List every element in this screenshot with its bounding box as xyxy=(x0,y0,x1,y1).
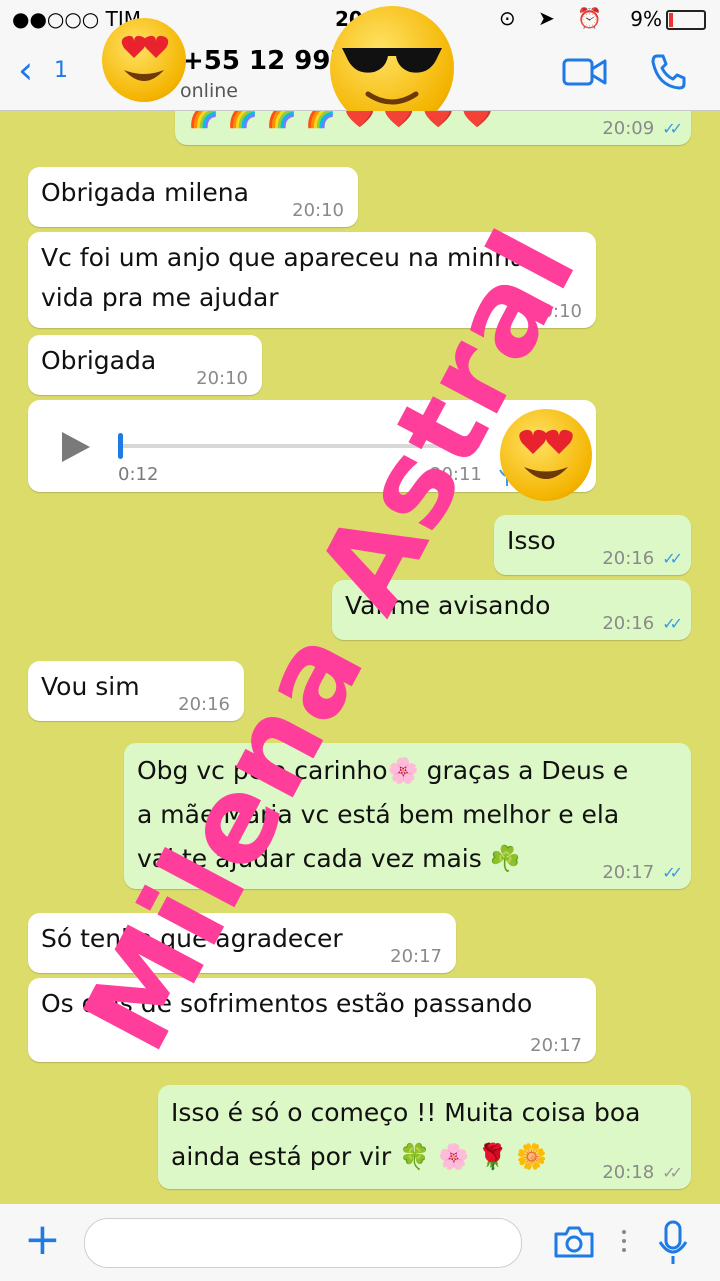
message-bubble-outgoing[interactable]: Isso é só o começo !! Muita coisa boa ain… xyxy=(158,1085,691,1189)
more-dots-icon[interactable] xyxy=(622,1230,626,1254)
status-icons: ⊙ ➤ ⏰ xyxy=(498,6,610,30)
message-time: 20:11 xyxy=(430,464,482,485)
heart-eyes-emoji-icon xyxy=(500,409,592,501)
message-bubble-incoming[interactable]: Obrigada milena 20:10 xyxy=(28,167,358,227)
message-time: 20:16 xyxy=(178,694,230,715)
message-time: 20:17 ✓✓ xyxy=(602,862,683,883)
message-text: Vou sim xyxy=(41,672,140,701)
message-bubble-incoming[interactable]: Vou sim 20:16 xyxy=(28,661,244,721)
read-receipt-icon: ✓✓ xyxy=(662,863,683,882)
camera-icon[interactable] xyxy=(552,1224,596,1260)
message-list[interactable]: 🌈 🌈 🌈 🌈 ❤️ ❤️ ❤️ ❤️ 20:09 ✓✓ Obrigada mil… xyxy=(0,111,720,1203)
phone-call-icon[interactable] xyxy=(648,52,688,92)
message-bubble-outgoing[interactable]: Isso 20:16 ✓✓ xyxy=(494,515,691,575)
read-receipt-icon: ✓✓ xyxy=(662,119,683,138)
presence-status: online xyxy=(180,80,238,102)
message-time: 20:18 ✓✓ xyxy=(602,1162,683,1183)
audio-scrubber-handle[interactable] xyxy=(118,433,123,459)
message-text: Vc foi um anjo que apareceu na minha vida… xyxy=(41,243,526,312)
message-bubble-incoming[interactable]: Os dias de sofrimentos estão passando 20… xyxy=(28,978,596,1062)
video-call-icon[interactable] xyxy=(562,56,608,88)
message-bubble-incoming[interactable]: Vc foi um anjo que apareceu na minha vida… xyxy=(28,232,596,328)
audio-duration: 0:12 xyxy=(118,464,159,485)
message-text: Obg vc pelo carinho🌸 graças a Deus ea mã… xyxy=(137,756,629,873)
message-text: Obrigada xyxy=(41,346,157,375)
read-receipt-icon: ✓✓ xyxy=(662,549,683,568)
message-input[interactable] xyxy=(84,1218,522,1268)
message-bubble-outgoing[interactable]: Vai me avisando 20:16 ✓✓ xyxy=(332,580,691,640)
battery-percent: 9% xyxy=(630,7,662,31)
message-time: 20:10 xyxy=(530,301,582,322)
chevron-left-icon[interactable]: ‹ xyxy=(18,50,33,90)
message-text: Isso é só o começo !! Muita coisa boa ain… xyxy=(171,1098,641,1171)
audio-progress-track[interactable] xyxy=(120,444,480,448)
back-count[interactable]: 1 xyxy=(54,58,68,83)
battery-icon xyxy=(666,10,706,30)
message-time: 20:10 xyxy=(196,368,248,389)
read-receipt-icon: ✓✓ xyxy=(662,614,683,633)
message-text: Só tenho que agradecer xyxy=(41,924,343,953)
message-text: Obrigada milena xyxy=(41,178,249,207)
message-time: 20:10 xyxy=(292,200,344,221)
message-bubble-outgoing[interactable]: 🌈 🌈 🌈 🌈 ❤️ ❤️ ❤️ ❤️ 20:09 ✓✓ xyxy=(175,111,691,145)
plus-icon[interactable]: + xyxy=(24,1216,61,1264)
delivered-receipt-icon: ✓✓ xyxy=(662,1163,683,1182)
heart-eyes-emoji-icon xyxy=(102,18,186,102)
message-text: Os dias de sofrimentos estão passando xyxy=(41,989,533,1018)
message-time: 20:17 xyxy=(390,946,442,967)
message-text: Isso xyxy=(507,526,556,555)
message-time: 20:16 ✓✓ xyxy=(602,613,683,634)
message-time: 20:09 ✓✓ xyxy=(602,118,683,139)
message-time: 20:17 xyxy=(530,1035,582,1056)
message-bubble-incoming[interactable]: Obrigada 20:10 xyxy=(28,335,262,395)
play-icon[interactable] xyxy=(60,430,92,464)
message-text: 🌈 🌈 🌈 🌈 ❤️ ❤️ ❤️ ❤️ xyxy=(188,111,493,129)
compose-bar: + xyxy=(0,1203,720,1281)
message-bubble-incoming[interactable]: Só tenho que agradecer 20:17 xyxy=(28,913,456,973)
message-text: Vai me avisando xyxy=(345,591,551,620)
message-time: 20:16 ✓✓ xyxy=(602,548,683,569)
message-bubble-outgoing[interactable]: Obg vc pelo carinho🌸 graças a Deus ea mã… xyxy=(124,743,691,889)
microphone-icon[interactable] xyxy=(656,1220,690,1266)
